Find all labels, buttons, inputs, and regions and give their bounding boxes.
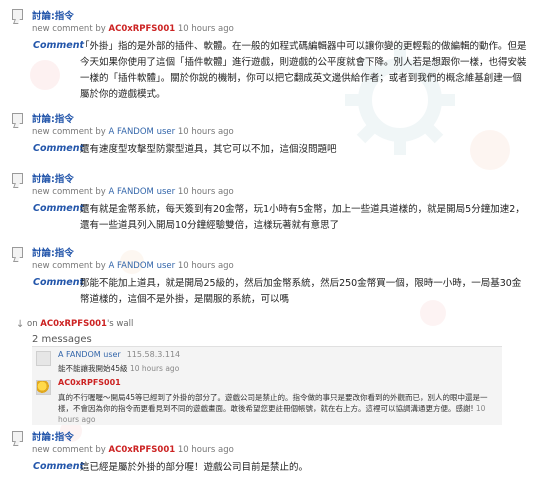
wall-message-text: 真的不行喔喔～開局45等已經到了外掛的部分了。遊戲公司是禁止的。指令做的事只是要… bbox=[58, 392, 498, 425]
user-link[interactable]: AC0xRPFS001 bbox=[109, 24, 176, 34]
entry-meta: new comment by A FANDOM user 10 hours ag… bbox=[32, 127, 234, 137]
meta-prefix: new comment by bbox=[32, 187, 106, 197]
entry-title-link[interactable]: 討論:指令 bbox=[32, 429, 74, 443]
user-link[interactable]: AC0xRPFS001 bbox=[58, 378, 121, 387]
wall-messages: A FANDOM user 115.58.3.114 能不能讓我開始45級 10 … bbox=[32, 346, 502, 425]
talk-page-icon bbox=[12, 173, 23, 184]
wall-message-text: 能不能讓我開始45級 10 hours ago bbox=[58, 363, 498, 374]
comment-label: Comment bbox=[33, 277, 85, 288]
timestamp: 10 hours ago bbox=[129, 364, 180, 373]
comment-label: Comment bbox=[33, 143, 85, 154]
message-count: 2 messages bbox=[32, 334, 92, 345]
meta-prefix: new comment by bbox=[32, 24, 106, 34]
meta-prefix: new comment by bbox=[32, 261, 106, 271]
entry-title-link[interactable]: 討論:指令 bbox=[32, 111, 74, 125]
comment-label: Comment bbox=[33, 203, 85, 214]
user-link[interactable]: A FANDOM user bbox=[109, 127, 176, 137]
wall-suffix: 's wall bbox=[106, 319, 134, 329]
entry-title-link[interactable]: 討論:指令 bbox=[32, 245, 74, 259]
wall-on: on bbox=[27, 319, 38, 329]
comment-text: 這已經是屬於外掛的部分喔！遊戲公司目前是禁止的。 bbox=[80, 462, 309, 473]
timestamp: 10 hours ago bbox=[177, 445, 234, 455]
timestamp: 10 hours ago bbox=[177, 127, 234, 137]
entry-meta: new comment by AC0xRPFS001 10 hours ago bbox=[32, 445, 234, 455]
meta-prefix: new comment by bbox=[32, 127, 106, 137]
entry-title-link[interactable]: 討論:指令 bbox=[32, 171, 74, 185]
entry-meta: new comment by A FANDOM user 10 hours ag… bbox=[32, 261, 234, 271]
comment-text: 那能不能加上道具，就是開局25級的，然后加金幣系統，然后250金幣買一個，限時一… bbox=[80, 278, 522, 305]
timestamp: 10 hours ago bbox=[177, 261, 234, 271]
ip-address: 115.58.3.114 bbox=[126, 350, 181, 359]
message-body: 能不能讓我開始45級 bbox=[58, 364, 128, 373]
wall-owner-link[interactable]: AC0xRPFS001 bbox=[40, 319, 107, 329]
comment-text: 還有就是金幣系統，每天簽到有20金幣，玩1小時有5金幣，加上一些道具道樣的，就是… bbox=[80, 204, 525, 231]
timestamp: 10 hours ago bbox=[177, 24, 234, 34]
talk-page-icon bbox=[12, 113, 23, 124]
talk-page-icon bbox=[12, 431, 23, 442]
message-body: 真的不行喔喔～開局45等已經到了外掛的部分了。遊戲公司是禁止的。指令做的事只是要… bbox=[58, 393, 488, 413]
comment-text: 還有速度型攻擊型防禦型道具，其它可以不加，這個沒問題吧 bbox=[80, 144, 337, 155]
meta-prefix: new comment by bbox=[32, 445, 106, 455]
avatar bbox=[36, 380, 51, 395]
talk-page-icon bbox=[12, 247, 23, 258]
comment-label: Comment bbox=[33, 461, 85, 472]
user-link[interactable]: A FANDOM user bbox=[109, 187, 176, 197]
entry-meta: new comment by A FANDOM user 10 hours ag… bbox=[32, 187, 234, 197]
entry-title-link[interactable]: 討論:指令 bbox=[32, 8, 74, 22]
user-link[interactable]: AC0xRPFS001 bbox=[109, 445, 176, 455]
comment-label: Comment bbox=[33, 40, 85, 51]
timestamp: 10 hours ago bbox=[177, 187, 234, 197]
user-link[interactable]: A FANDOM user bbox=[58, 350, 121, 359]
comment-text: 「外掛」指的是外部的插件、軟體。在一般的如程式碼編輯器中可以讓你變的更輕鬆的做編… bbox=[80, 41, 527, 100]
entry-meta: new comment by AC0xRPFS001 10 hours ago bbox=[32, 24, 234, 34]
talk-page-icon bbox=[12, 9, 23, 20]
wall-arrow-icon: ↓ bbox=[16, 319, 25, 330]
wall-header: on AC0xRPFS001's wall bbox=[27, 319, 133, 329]
avatar bbox=[36, 351, 51, 366]
user-link[interactable]: A FANDOM user bbox=[109, 261, 176, 271]
wall-message-user: A FANDOM user 115.58.3.114 bbox=[58, 350, 180, 359]
